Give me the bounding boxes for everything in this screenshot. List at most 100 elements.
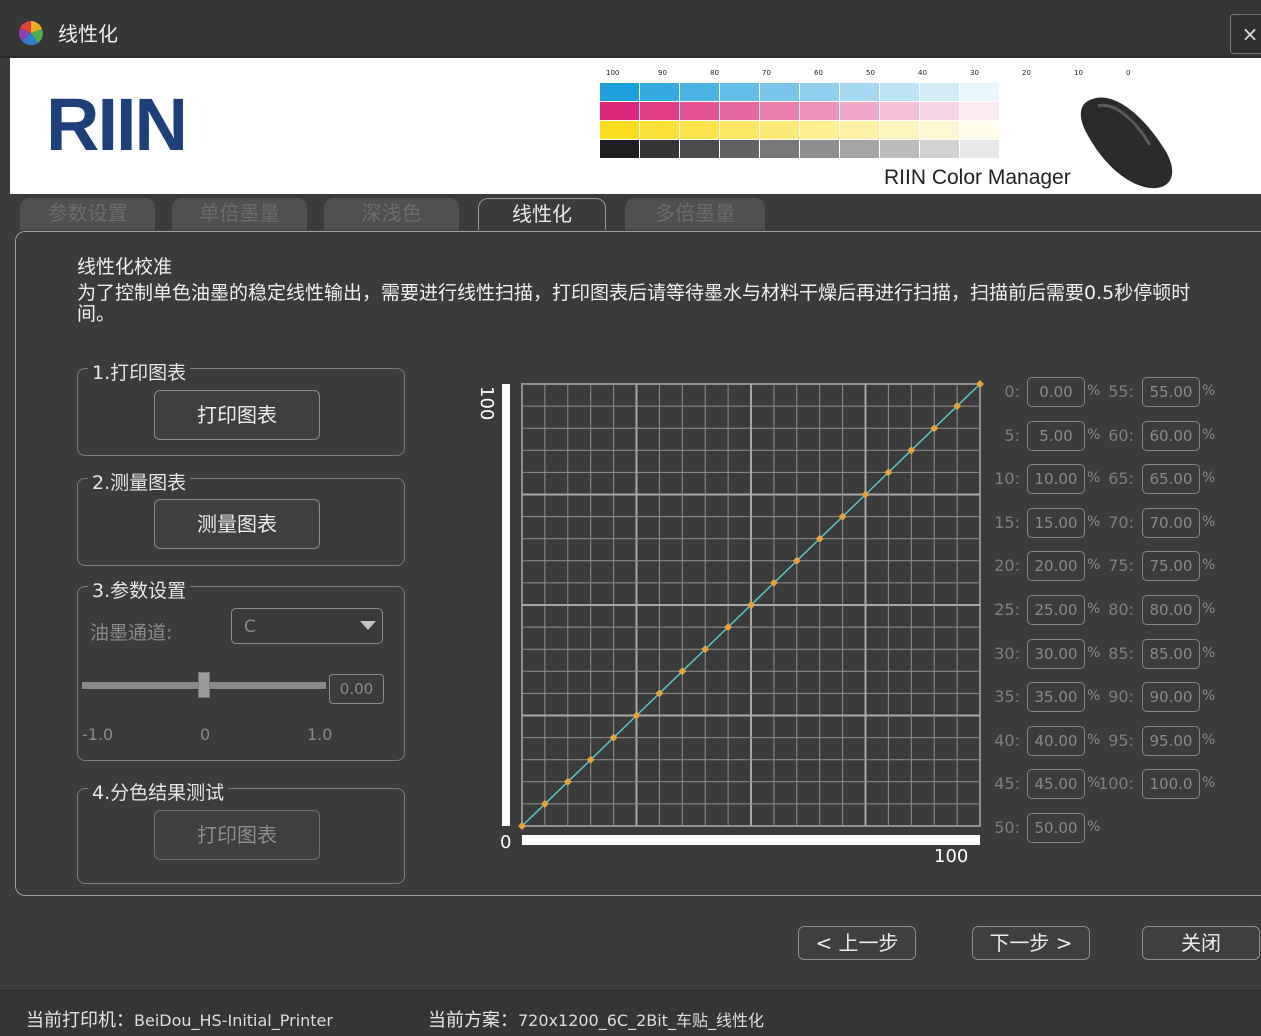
y-axis-bar	[502, 384, 510, 826]
color-swatch	[1000, 140, 1039, 158]
value-field[interactable]: 75.00	[1142, 551, 1200, 582]
color-swatch	[840, 102, 879, 120]
color-swatch	[880, 121, 919, 139]
color-swatch	[680, 140, 719, 158]
value-label: 60:	[1108, 425, 1134, 445]
value-label: 25:	[994, 600, 1020, 619]
color-swatch	[920, 102, 959, 120]
description-text: 为了控制单色油墨的稳定线性输出，需要进行线性扫描，打印图表后请等待墨水与材料干燥…	[77, 282, 1191, 325]
value-label: 45:	[994, 774, 1020, 794]
section-heading: 线性化校准	[77, 256, 173, 278]
strip-number: 50	[866, 69, 875, 77]
color-swatch	[600, 121, 639, 139]
riin-logo: RIIN	[46, 83, 188, 166]
value-field[interactable]: 60.00	[1142, 420, 1200, 451]
strip-number: 100	[606, 69, 619, 77]
tab-linearization[interactable]: 线性化	[478, 198, 606, 230]
slider-tick-min: -1.0	[82, 725, 114, 744]
color-swatch	[800, 83, 839, 101]
value-label: 20:	[994, 556, 1020, 576]
color-swatch	[880, 140, 919, 158]
color-swatch	[800, 140, 839, 158]
percent-sign: %	[1202, 557, 1216, 574]
color-swatch	[600, 140, 639, 158]
percent-sign: %	[1202, 383, 1216, 399]
brand-caption: RIIN Color Manager	[884, 166, 1071, 189]
color-swatch	[920, 121, 959, 139]
tab-multi-ink-amount[interactable]: 多倍墨量	[625, 198, 765, 230]
current-scheme: 当前方案：720x1200_6C_2Bit_车贴_线性化	[428, 1006, 764, 1032]
value-field[interactable]: 80.00	[1142, 595, 1200, 625]
color-swatch	[600, 83, 639, 101]
color-swatch	[760, 121, 799, 139]
x-tick-label-min: 0	[500, 832, 511, 853]
value-label: 50:	[994, 818, 1020, 837]
percent-sign: %	[1087, 819, 1101, 835]
color-swatch	[680, 83, 719, 101]
strip-number: 40	[918, 69, 927, 77]
value-label: 40:	[994, 730, 1020, 750]
value-field[interactable]: 70.00	[1142, 507, 1200, 538]
color-swatch	[760, 83, 799, 101]
window-title: 线性化	[58, 22, 118, 46]
value-label: 75:	[1108, 556, 1134, 576]
percent-sign: %	[1202, 775, 1216, 792]
value-field[interactable]: 95.00	[1142, 725, 1200, 756]
close-window-button[interactable]: ×	[1230, 14, 1261, 54]
color-swatch	[880, 83, 919, 101]
color-swatch	[960, 102, 999, 120]
title-bar	[0, 0, 1261, 58]
value-field[interactable]: 100.0	[1142, 769, 1200, 800]
adjust-slider-thumb[interactable]	[198, 672, 210, 698]
close-button[interactable]: 关闭	[1142, 926, 1260, 960]
measurement-device-image	[1080, 97, 1173, 189]
color-swatch	[760, 102, 799, 120]
previous-step-button[interactable]: < 上一步	[798, 926, 916, 960]
value-label: 65:	[1108, 469, 1134, 489]
value-field[interactable]: 55.00	[1142, 377, 1200, 407]
strip-number: 80	[710, 69, 719, 77]
color-swatch	[640, 83, 679, 101]
tab-parameter-settings[interactable]: 参数设置	[20, 198, 155, 230]
tab-single-ink-amount[interactable]: 单倍墨量	[172, 198, 307, 230]
next-step-button[interactable]: 下一步 >	[972, 926, 1090, 960]
y-tick-label-max: 100	[476, 386, 497, 420]
color-swatch	[680, 102, 719, 120]
ink-channel-value: C	[244, 617, 256, 637]
x-axis-bar	[522, 835, 980, 845]
value-field[interactable]: 65.00	[1142, 464, 1200, 495]
value-field[interactable]: 90.00	[1142, 682, 1200, 713]
color-swatch	[680, 121, 719, 139]
value-label: 30:	[994, 643, 1020, 663]
tab-light-dark-color[interactable]: 深浅色	[324, 198, 459, 230]
group-print-chart-title: 1.打印图表	[88, 358, 191, 385]
percent-sign: %	[1202, 513, 1216, 530]
current-scheme-label: 当前方案：	[428, 1010, 518, 1031]
color-swatch	[720, 121, 759, 139]
color-swatch	[1000, 83, 1039, 101]
color-swatch	[720, 83, 759, 101]
value-label: 15:	[994, 512, 1020, 532]
measure-chart-button[interactable]: 测量图表	[154, 499, 320, 549]
value-label: 10:	[994, 469, 1020, 489]
percent-sign: %	[1202, 731, 1216, 748]
value-label: 90:	[1108, 687, 1134, 707]
color-swatch	[920, 83, 959, 101]
print-chart-button[interactable]: 打印图表	[154, 390, 320, 440]
strip-number: 10	[1074, 69, 1083, 77]
value-field[interactable]: 50.00	[1027, 813, 1085, 843]
x-tick-label-max: 100	[934, 846, 968, 867]
color-swatch	[720, 102, 759, 120]
test-print-chart-button[interactable]: 打印图表	[154, 810, 320, 860]
color-swatch	[800, 121, 839, 139]
strip-number: 70	[762, 69, 771, 77]
color-swatch	[1000, 121, 1039, 139]
adjust-value-field[interactable]: 0.00	[329, 674, 384, 704]
current-printer-value: BeiDou_HS-Initial_Printer	[134, 1011, 333, 1030]
strip-number: 0	[1126, 69, 1130, 77]
slider-tick-mid: 0	[200, 725, 211, 744]
color-swatch	[1000, 102, 1039, 120]
value-field[interactable]: 85.00	[1142, 638, 1200, 669]
strip-number: 60	[814, 69, 823, 77]
percent-sign: %	[1202, 470, 1216, 487]
